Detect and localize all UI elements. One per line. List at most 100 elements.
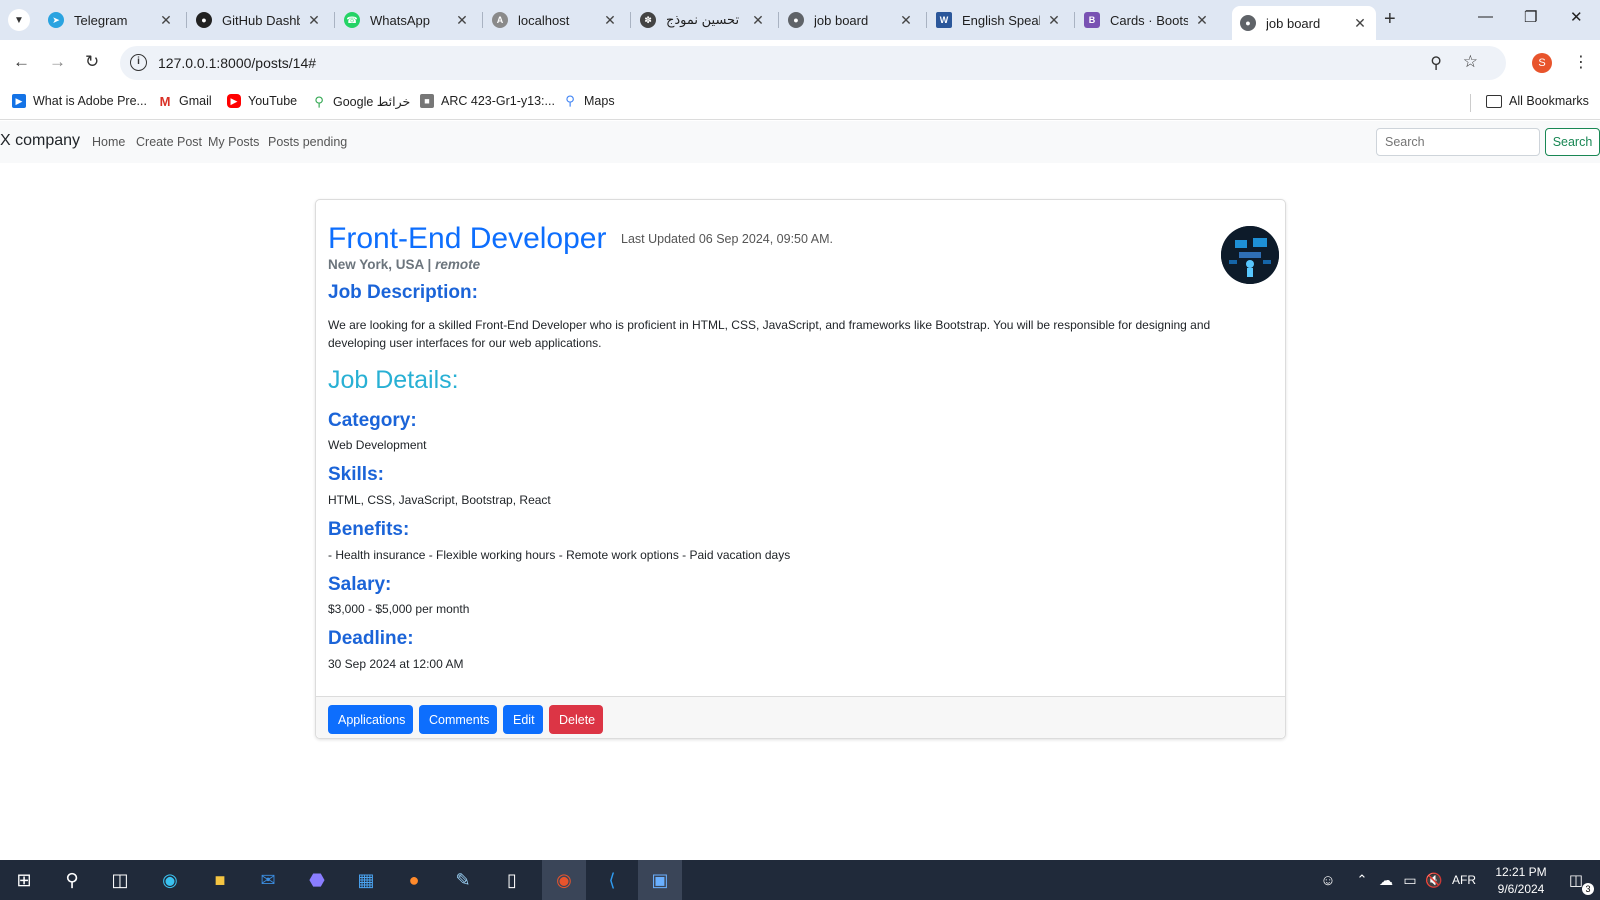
comments-button[interactable]: Comments <box>419 705 497 734</box>
bookmark-adobe[interactable]: ▶ What is Adobe Pre... <box>12 94 147 108</box>
nav-posts-pending[interactable]: Posts pending <box>268 135 347 149</box>
delete-button[interactable]: Delete <box>549 705 603 734</box>
description-heading: Job Description: <box>328 282 478 303</box>
globe-icon: ● <box>788 12 804 28</box>
app-hexagon-icon[interactable]: ⬣ <box>303 866 331 894</box>
openai-icon: ✽ <box>640 12 656 28</box>
search-button[interactable]: Search <box>1545 128 1600 156</box>
work-mode: remote <box>435 257 481 272</box>
applications-button[interactable]: Applications <box>328 705 413 734</box>
last-updated: Last Updated 06 Sep 2024, 09:50 AM. <box>621 232 833 246</box>
tab-telegram[interactable]: ➤ Telegram ✕ <box>40 6 182 34</box>
nav-home[interactable]: Home <box>92 135 125 149</box>
restore-icon[interactable]: ❐ <box>1524 8 1537 26</box>
new-tab-plus-icon[interactable]: + <box>1384 8 1396 31</box>
bookmark-maps[interactable]: ⚲ Maps <box>563 93 615 108</box>
bookmark-google-maps-ar[interactable]: ⚲ Google خرائط <box>312 94 410 109</box>
tab-bootstrap-cards[interactable]: B Cards · Bootstrap ✕ <box>1076 6 1218 34</box>
skills-heading: Skills: <box>328 464 384 485</box>
minimize-icon[interactable]: — <box>1478 8 1493 25</box>
company-avatar <box>1221 226 1279 284</box>
bookmark-arc[interactable]: ■ ARC 423-Gr1-y13:... <box>420 94 555 108</box>
tab-github[interactable]: ● GitHub Dashboard ✕ <box>188 6 330 34</box>
clock-date[interactable]: 9/6/2024 <box>1493 882 1549 896</box>
close-icon[interactable]: ✕ <box>306 12 322 29</box>
tab-english-speaker[interactable]: W English Speaker ✕ <box>928 6 1070 34</box>
close-icon[interactable]: ✕ <box>750 12 766 29</box>
address-bar[interactable]: i 127.0.0.1:8000/posts/14# ⚲ ☆ <box>120 46 1506 80</box>
bookmark-youtube[interactable]: ▶ YouTube <box>227 94 297 108</box>
close-icon[interactable]: ✕ <box>454 12 470 29</box>
bookmark-gmail[interactable]: M Gmail <box>158 93 212 109</box>
file-explorer-icon[interactable]: ■ <box>206 866 234 894</box>
site-navbar: X company Home Create Post My Posts Post… <box>0 121 1600 163</box>
browser-toolbar: ← → ↻ i 127.0.0.1:8000/posts/14# ⚲ ☆ <box>0 40 1600 86</box>
window-close-icon[interactable]: ✕ <box>1570 8 1583 26</box>
maps-pin-icon: ⚲ <box>563 93 577 108</box>
bookmarks-bar: ▶ What is Adobe Pre... M Gmail ▶ YouTube… <box>0 86 1600 120</box>
tab-job-board-active[interactable]: ● job board ✕ <box>1232 6 1376 40</box>
app-window-icon[interactable]: ▣ <box>646 866 674 894</box>
tab-job-board[interactable]: ● job board ✕ <box>780 6 922 34</box>
whatsapp-icon: ☎ <box>344 12 360 28</box>
firefox-icon[interactable]: ● <box>400 866 428 894</box>
menu-kebab-icon[interactable]: ⋮ <box>1573 52 1589 72</box>
notification-count-badge: 3 <box>1582 883 1594 895</box>
location-separator: | <box>427 257 432 272</box>
adobe-icon: ▶ <box>12 94 26 108</box>
taskbar-search-icon[interactable]: ⚲ <box>58 866 86 894</box>
task-view-icon[interactable]: ◫ <box>106 866 134 894</box>
notepad-icon[interactable]: ▯ <box>498 866 526 894</box>
brand-link[interactable]: X company <box>0 132 80 150</box>
job-title: Front-End Developer <box>328 222 607 255</box>
mail-icon[interactable]: ✉ <box>254 866 282 894</box>
close-icon[interactable]: ✕ <box>158 12 174 29</box>
clock-time[interactable]: 12:21 PM <box>1493 865 1549 879</box>
tab-arabic[interactable]: ✽ تحسين نموذج ✕ <box>632 6 774 34</box>
avatar-image <box>1221 226 1279 284</box>
tab-whatsapp[interactable]: ☎ WhatsApp ✕ <box>336 6 478 34</box>
tab-localhost[interactable]: A localhost ✕ <box>484 6 626 34</box>
edge-icon[interactable]: ◉ <box>156 866 184 894</box>
chrome-icon[interactable]: ◉ <box>550 866 578 894</box>
search-input[interactable] <box>1376 128 1540 156</box>
address-url[interactable]: 127.0.0.1:8000/posts/14# <box>158 55 316 71</box>
post-card: Front-End Developer Last Updated 06 Sep … <box>315 199 1286 739</box>
telegram-icon: ➤ <box>48 12 64 28</box>
tab-search-chevron-icon[interactable]: ▼ <box>8 9 30 31</box>
salary-value: $3,000 - $5,000 per month <box>328 602 470 616</box>
job-location: New York, USA | remote <box>328 257 480 272</box>
volume-muted-icon[interactable]: 🔇 <box>1420 866 1448 894</box>
zoom-magnifier-icon[interactable]: ⚲ <box>1430 53 1442 73</box>
building-icon: ■ <box>420 94 434 108</box>
maps-pin-icon: ⚲ <box>312 94 326 109</box>
vscode-icon[interactable]: ⟨ <box>598 866 626 894</box>
youtube-icon: ▶ <box>227 94 241 108</box>
job-description: We are looking for a skilled Front-End D… <box>328 318 1211 350</box>
gmail-icon: M <box>158 93 172 109</box>
paint-icon[interactable]: ✎ <box>449 866 477 894</box>
forward-arrow-icon[interactable]: → <box>49 52 66 72</box>
bookmark-star-icon[interactable]: ☆ <box>1463 52 1478 72</box>
close-icon[interactable]: ✕ <box>898 12 914 29</box>
close-icon[interactable]: ✕ <box>1046 12 1062 29</box>
profile-avatar[interactable]: S <box>1532 53 1552 73</box>
people-icon[interactable]: ☺ <box>1314 866 1342 894</box>
back-arrow-icon[interactable]: ← <box>13 52 30 72</box>
angular-icon: A <box>492 12 508 28</box>
nav-create-post[interactable]: Create Post <box>136 135 202 149</box>
word-icon: W <box>936 12 952 28</box>
all-bookmarks[interactable]: All Bookmarks <box>1486 94 1589 108</box>
input-language[interactable]: AFR <box>1452 873 1476 887</box>
nav-my-posts[interactable]: My Posts <box>208 135 259 149</box>
windows-start-icon[interactable]: ⊞ <box>10 866 38 894</box>
globe-icon: ● <box>1240 15 1256 31</box>
deadline-value: 30 Sep 2024 at 12:00 AM <box>328 657 464 671</box>
edit-button[interactable]: Edit <box>503 705 543 734</box>
close-icon[interactable]: ✕ <box>1352 15 1368 32</box>
close-icon[interactable]: ✕ <box>602 12 618 29</box>
close-icon[interactable]: ✕ <box>1194 12 1210 29</box>
site-info-icon[interactable]: i <box>130 54 147 71</box>
reload-icon[interactable]: ↻ <box>85 52 99 72</box>
store-icon[interactable]: ▦ <box>352 866 380 894</box>
